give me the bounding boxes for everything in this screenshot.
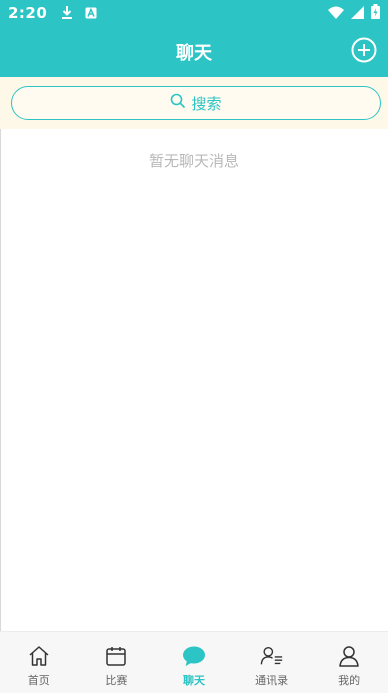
chat-bubble-icon — [182, 644, 206, 668]
profile-icon — [337, 644, 361, 668]
tab-label: 通讯录 — [255, 674, 289, 687]
add-button[interactable] — [350, 37, 378, 67]
signal-icon — [351, 4, 364, 23]
tab-label: 首页 — [27, 674, 50, 687]
plus-circle-icon — [351, 37, 377, 67]
app-header: 聊天 — [0, 26, 388, 77]
tab-label: 比赛 — [105, 674, 128, 687]
content-divider — [0, 129, 1, 631]
status-bar: 2:20 — [0, 0, 388, 26]
status-notification-icons — [61, 4, 97, 23]
battery-icon — [371, 3, 380, 23]
status-time: 2:20 — [8, 4, 48, 22]
empty-chat-message: 暂无聊天消息 — [148, 152, 239, 170]
tab-chat[interactable]: 聊天 — [155, 632, 233, 693]
tab-contacts[interactable]: 通讯录 — [233, 632, 311, 693]
tab-label: 我的 — [338, 674, 361, 687]
search-area: 搜索 — [0, 77, 388, 129]
home-icon — [27, 644, 51, 668]
search-bar[interactable]: 搜索 — [11, 86, 381, 120]
tab-match[interactable]: 比赛 — [78, 632, 156, 693]
bottom-tab-bar: 首页 比赛 聊天 通讯录 我的 — [0, 631, 388, 693]
search-icon — [170, 93, 186, 113]
tab-label: 聊天 — [182, 674, 205, 687]
wifi-icon — [328, 4, 344, 23]
download-icon — [61, 4, 73, 23]
tab-home[interactable]: 首页 — [0, 632, 78, 693]
notification-a-icon — [85, 4, 97, 23]
search-label: 搜索 — [191, 94, 222, 113]
calendar-icon — [104, 644, 128, 668]
tab-profile[interactable]: 我的 — [310, 632, 388, 693]
status-system-icons — [328, 3, 380, 23]
contacts-icon — [260, 644, 284, 668]
page-title: 聊天 — [176, 42, 212, 64]
